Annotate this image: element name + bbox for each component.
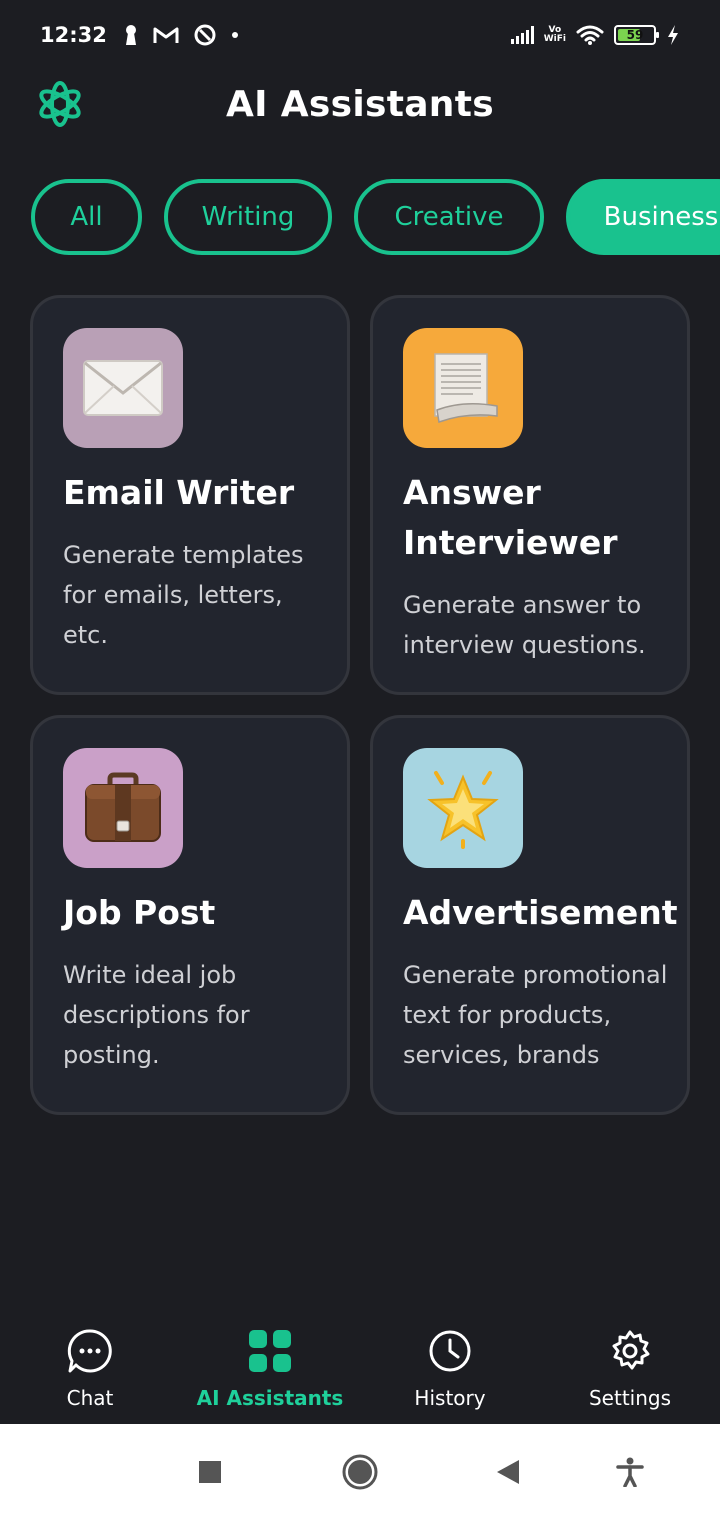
status-time: 12:32 [40, 23, 107, 47]
nav-item-ai-assistants[interactable]: AI Assistants [180, 1316, 360, 1424]
battery-icon: 59 [614, 25, 659, 45]
accessibility-button[interactable] [610, 1452, 650, 1492]
status-bar: 12:32 Vo WiFi 59 [0, 0, 720, 70]
bottom-navigation: Chat AI Assistants History Settings [0, 1316, 720, 1424]
card-icon-container [403, 748, 523, 868]
signal-icon [510, 26, 534, 44]
accessibility-icon [616, 1457, 644, 1487]
nav-item-chat[interactable]: Chat [0, 1316, 180, 1424]
card-description: Generate templates for emails, letters, … [63, 541, 304, 649]
back-button[interactable] [488, 1452, 528, 1492]
battery-level: 59 [626, 28, 644, 42]
nav-label: AI Assistants [196, 1386, 344, 1410]
clock-icon [425, 1326, 475, 1376]
assistant-card-job-post[interactable]: Job Post Write ideal job descriptions fo… [30, 715, 350, 1115]
vowifi-bottom-text: WiFi [543, 34, 566, 44]
assistant-card-advertisement[interactable]: Advertisement Generate promotional text … [370, 715, 690, 1115]
recent-apps-button[interactable] [190, 1452, 230, 1492]
nav-item-history[interactable]: History [360, 1316, 540, 1424]
card-icon-container [63, 748, 183, 868]
nav-label: Settings [588, 1386, 672, 1410]
square-icon [199, 1461, 221, 1483]
card-icon-container [403, 328, 523, 448]
filter-chip-writing[interactable]: Writing [164, 179, 332, 255]
app-notification-icon [194, 24, 216, 46]
card-title: Job Post [63, 893, 216, 932]
charging-bolt-icon [668, 25, 678, 45]
briefcase-icon [85, 772, 161, 842]
document-scroll-icon [434, 353, 498, 424]
glowing-star-icon [427, 771, 499, 849]
grid-icon [245, 1326, 295, 1376]
app-header: AI Assistants [0, 70, 720, 140]
vowifi-icon: Vo WiFi [544, 26, 566, 44]
card-title: Email Writer [63, 473, 295, 512]
card-icon-container [63, 328, 183, 448]
nav-label: History [414, 1386, 486, 1410]
card-description: Generate promotional text for products, … [403, 961, 668, 1069]
system-navigation-bar [0, 1424, 720, 1520]
more-dot-icon [231, 32, 238, 38]
system-status-icons: Vo WiFi 59 [510, 24, 680, 46]
gear-icon [605, 1326, 655, 1376]
filter-chip-creative[interactable]: Creative [354, 179, 544, 255]
assistant-card-email-writer[interactable]: Email Writer Generate templates for emai… [30, 295, 350, 695]
circle-icon [342, 1454, 378, 1490]
wifi-icon [576, 25, 604, 45]
back-triangle-icon [497, 1460, 519, 1484]
card-title: Advertisement [403, 893, 678, 932]
notification-icons [123, 23, 239, 47]
chat-bubble-icon [65, 1326, 115, 1376]
nav-item-settings[interactable]: Settings [540, 1316, 720, 1424]
card-description: Generate answer to interview questions. [403, 591, 646, 659]
card-title: Answer Interviewer [403, 473, 618, 562]
page-title: AI Assistants [226, 84, 494, 125]
card-description: Write ideal job descriptions for posting… [63, 961, 250, 1069]
filter-chip-all[interactable]: All [31, 179, 142, 255]
category-filter-bar: All Writing Creative Business [31, 179, 720, 255]
assistant-card-answer-interviewer[interactable]: Answer Interviewer Generate answer to in… [370, 295, 690, 695]
nav-label: Chat [66, 1386, 114, 1410]
gmail-icon [153, 27, 179, 43]
home-button[interactable] [340, 1452, 380, 1492]
keyhole-icon [125, 25, 136, 45]
envelope-icon [83, 360, 163, 416]
filter-chip-business[interactable]: Business [566, 179, 720, 255]
